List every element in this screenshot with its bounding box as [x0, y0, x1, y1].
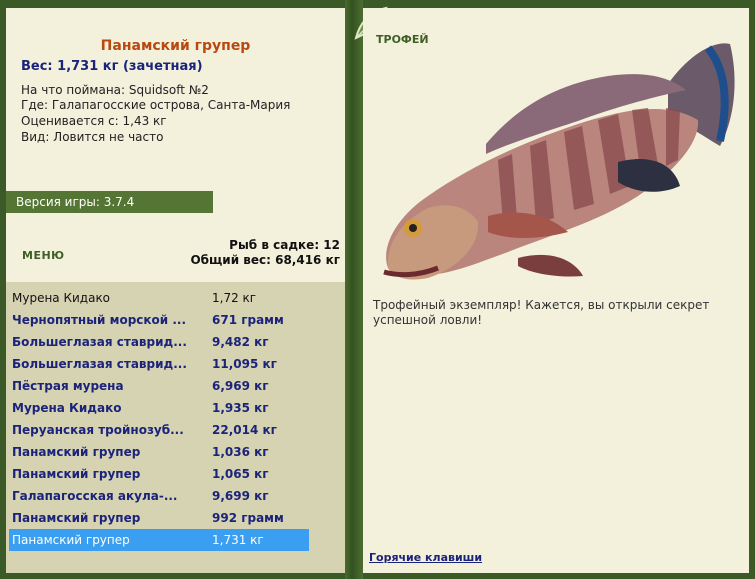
- panel-divider: [345, 0, 363, 579]
- catch-list-row[interactable]: Галапагосская акула-... 9,699 кг: [9, 485, 309, 507]
- catch-fish-name: Большеглазая ставрид...: [12, 357, 187, 371]
- catch-fish-name: Панамский групер: [12, 533, 130, 547]
- catch-fish-weight: 6,969 кг: [212, 379, 269, 393]
- catch-fish-name: Панамский групер: [12, 467, 141, 481]
- grouper-fish-image: [383, 43, 735, 280]
- catch-fish-name: Большеглазая ставрид...: [12, 335, 187, 349]
- catch-fish-weight: 671 грамм: [212, 313, 284, 327]
- hotkeys-link[interactable]: Горячие клавиши: [369, 551, 482, 564]
- total-weight: Общий вес: 68,416 кг: [190, 253, 340, 267]
- catch-fish-weight: 1,036 кг: [212, 445, 269, 459]
- fish-weight: Вес: 1,731 кг (зачетная): [21, 59, 203, 74]
- catch-list-row[interactable]: Большеглазая ставрид... 9,482 кг: [9, 331, 309, 353]
- caught-where: Где: Галапагосские острова, Санта-Мария: [21, 98, 291, 112]
- catch-list-row[interactable]: Панамский групер 1,036 кг: [9, 441, 309, 463]
- fish-name: Панамский групер: [100, 38, 251, 54]
- catch-fish-weight: 9,699 кг: [212, 489, 269, 503]
- catch-fish-name: Пёстрая мурена: [12, 379, 124, 393]
- trophy-message: Трофейный экземпляр! Кажется, вы открыли…: [373, 298, 710, 327]
- catch-fish-weight: 1,731 кг: [212, 533, 264, 547]
- catch-list-row[interactable]: Панамский групер 1,065 кг: [9, 463, 309, 485]
- catch-fish-weight: 1,935 кг: [212, 401, 269, 415]
- game-version: Версия игры: 3.7.4: [6, 191, 213, 213]
- catch-list-row[interactable]: Перуанская тройнозуб... 22,014 кг: [9, 419, 309, 441]
- catch-list-row[interactable]: Чернопятный морской ... 671 грамм: [9, 309, 309, 331]
- catch-list-row[interactable]: Пёстрая мурена 6,969 кг: [9, 375, 309, 397]
- catch-fish-weight: 1,065 кг: [212, 467, 269, 481]
- catch-fish-name: Панамский групер: [12, 511, 141, 525]
- catch-fish-weight: 22,014 кг: [212, 423, 277, 437]
- catch-fish-weight: 1,72 кг: [212, 291, 257, 305]
- catch-list-row[interactable]: Панамский групер 1,731 кг: [9, 529, 309, 551]
- fish-in-keepnet: Рыб в садке: 12: [229, 238, 340, 252]
- trophy-panel: ТРОФЕЙ Трофейный экземпляр! Кажется, вы …: [363, 8, 749, 573]
- catch-list: Мурена Кидако 1,72 кг Чернопятный морской …: [6, 282, 345, 573]
- catch-fish-name: Галапагосская акула-...: [12, 489, 178, 503]
- catch-fish-name: Перуанская тройнозуб...: [12, 423, 184, 437]
- catch-fish-weight: 9,482 кг: [212, 335, 269, 349]
- menu-button[interactable]: МЕНЮ: [22, 249, 65, 262]
- catch-list-row[interactable]: Панамский групер 992 грамм: [9, 507, 309, 529]
- catch-fish-name: Мурена Кидако: [12, 401, 122, 415]
- fish-kind: Вид: Ловится не часто: [21, 130, 164, 144]
- catch-list-row[interactable]: Мурена Кидако 1,72 кг: [9, 287, 309, 309]
- catch-fish-weight: 992 грамм: [212, 511, 284, 525]
- catch-list-row[interactable]: Мурена Кидако 1,935 кг: [9, 397, 309, 419]
- catch-fish-name: Чернопятный морской ...: [12, 313, 187, 327]
- caught-with: На что поймана: Squidsoft №2: [21, 83, 209, 97]
- catch-fish-name: Панамский групер: [12, 445, 141, 459]
- fish-info-panel: Панамский групер Вес: 1,731 кг (зачетная…: [6, 8, 345, 282]
- catch-fish-name: Мурена Кидако: [12, 291, 111, 305]
- valued-from: Оценивается с: 1,43 кг: [21, 114, 167, 128]
- catch-list-row[interactable]: Большеглазая ставрид... 11,095 кг: [9, 353, 309, 375]
- keepnet-stats: Рыб в садке: 12 Общий вес: 68,416 кг: [190, 238, 340, 268]
- catch-fish-weight: 11,095 кг: [212, 357, 277, 371]
